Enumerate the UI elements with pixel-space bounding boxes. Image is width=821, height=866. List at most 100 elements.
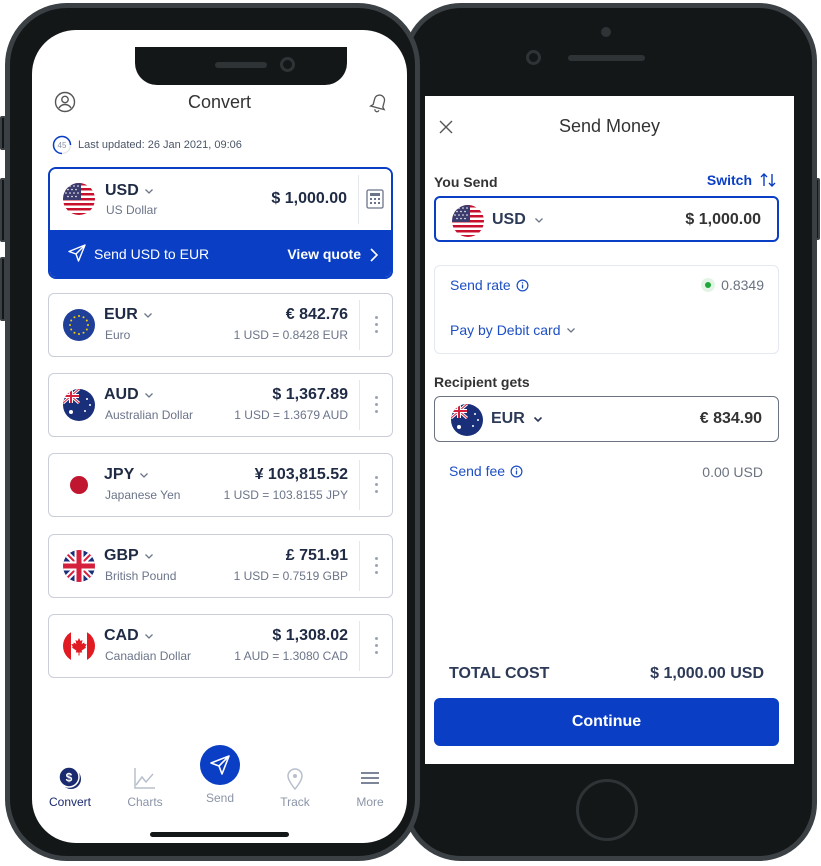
exchange-rate: 1 USD = 1.3679 AUD [234, 408, 348, 422]
us-flag-icon [452, 205, 484, 237]
currency-selector[interactable]: AUD [104, 386, 154, 404]
send-fee-link[interactable]: Send fee [449, 463, 523, 479]
info-icon [510, 465, 523, 478]
send-money-header: Send Money [425, 116, 794, 140]
send-amount-field[interactable]: USD $ 1,000.00 [434, 196, 779, 242]
last-updated-text: Last updated: 26 Jan 2021, 09:06 [78, 139, 242, 151]
rate-details-box: Send rate 0.8349 Pay by Debit card [434, 265, 779, 354]
dollar-coins-icon: $ [58, 766, 81, 789]
exchange-rate: 1 USD = 0.7519 GBP [233, 569, 348, 583]
us-flag-icon [63, 183, 95, 215]
tab-track[interactable]: Track [265, 765, 325, 809]
send-rate-value: 0.8349 [701, 277, 764, 293]
send-currency-code: USD [492, 211, 526, 228]
paper-plane-icon [210, 755, 230, 775]
converted-amount: ¥ 103,815.52 [254, 466, 348, 483]
currency-selector[interactable]: EUR [104, 306, 153, 324]
payment-method-label: Pay by Debit card [450, 322, 561, 338]
bell-icon[interactable] [369, 91, 389, 113]
payment-method-dropdown[interactable]: Pay by Debit card [450, 322, 576, 338]
exchange-rate: 1 AUD = 1.3080 CAD [234, 649, 348, 663]
converted-amount: $ 1,367.89 [272, 386, 348, 403]
converted-amount: £ 751.91 [285, 547, 348, 564]
currency-card-eur[interactable]: EUR Euro € 842.76 1 USD = 0.8428 EUR [48, 293, 393, 357]
calculator-icon[interactable] [366, 189, 384, 209]
send-fab-button[interactable] [200, 745, 240, 785]
chevron-down-icon [144, 631, 154, 641]
recipient-currency-selector[interactable]: EUR [491, 410, 543, 428]
send-amount-value[interactable]: $ 1,000.00 [685, 211, 761, 229]
chevron-right-icon [370, 248, 379, 262]
divider [359, 460, 360, 510]
currency-name: British Pound [105, 569, 177, 583]
send-quote-bar[interactable]: Send USD to EUR View quote [50, 230, 391, 277]
more-options-icon[interactable] [375, 637, 379, 657]
divider [358, 175, 359, 224]
left-phone-frame: Convert 45 Last updated: 26 Jan 2021, 09… [5, 3, 420, 861]
front-camera [526, 50, 541, 65]
chevron-down-icon [139, 470, 149, 480]
currency-selector[interactable]: GBP [104, 547, 154, 565]
tab-label: Send [205, 791, 235, 805]
divider [359, 380, 360, 430]
recipient-amount-value[interactable]: € 834.90 [700, 410, 762, 428]
australia-flag-icon [451, 404, 483, 436]
bottom-tab-bar: $ Convert Charts Send Track More [32, 745, 407, 815]
refresh-countdown-ring: 45 [52, 135, 72, 155]
more-options-icon[interactable] [375, 476, 379, 496]
currency-code: EUR [104, 306, 138, 323]
exchange-rate: 1 USD = 103.8155 JPY [223, 488, 348, 502]
tab-send[interactable]: Send [190, 745, 250, 805]
send-currency-selector[interactable]: USD [492, 211, 544, 229]
chevron-down-icon [143, 310, 153, 320]
currency-card-jpy[interactable]: JPY Japanese Yen ¥ 103,815.52 1 USD = 103.8… [48, 453, 393, 517]
currency-code: AUD [104, 386, 139, 403]
currency-card-cad[interactable]: CAD Canadian Dollar $ 1,308.02 1 AUD = 1.30… [48, 614, 393, 678]
chevron-down-icon [534, 215, 544, 225]
send-pair-label: Send USD to EUR [94, 246, 210, 262]
front-camera [280, 57, 295, 72]
australia-flag-icon [63, 389, 95, 421]
currency-selector[interactable]: JPY [104, 466, 149, 484]
base-amount-value[interactable]: $ 1,000.00 [271, 190, 347, 208]
last-updated-row: 45 Last updated: 26 Jan 2021, 09:06 [52, 135, 242, 155]
recipient-amount-field[interactable]: EUR € 834.90 [434, 396, 779, 442]
switch-button[interactable]: Switch [707, 172, 776, 188]
you-send-label: You Send [434, 174, 498, 190]
base-currency-card: USD US Dollar $ 1,000.00 Send USD to EUR… [48, 167, 393, 279]
canada-flag-icon [63, 630, 95, 662]
send-rate-link[interactable]: Send rate [450, 277, 529, 293]
tab-label: More [356, 795, 384, 809]
tab-convert[interactable]: $ Convert [40, 765, 100, 809]
chevron-down-icon [144, 390, 154, 400]
continue-button[interactable]: Continue [434, 698, 779, 746]
more-options-icon[interactable] [375, 396, 379, 416]
base-currency-selector[interactable]: USD [105, 182, 154, 200]
divider [359, 541, 360, 591]
tab-charts[interactable]: Charts [115, 765, 175, 809]
more-options-icon[interactable] [375, 316, 379, 336]
currency-selector[interactable]: CAD [104, 627, 154, 645]
info-icon [516, 279, 529, 292]
tab-label: Convert [48, 795, 92, 809]
currency-card-aud[interactable]: AUD Australian Dollar $ 1,367.89 1 USD = 1.… [48, 373, 393, 437]
currency-name: Canadian Dollar [105, 649, 192, 663]
tab-more[interactable]: More [340, 765, 400, 809]
send-rate-label: Send rate [450, 277, 511, 293]
currency-card-gbp[interactable]: GBP British Pound £ 751.91 1 USD = 0.7519 G… [48, 534, 393, 598]
location-pin-icon [287, 768, 303, 791]
send-money-screen: Send Money You Send Switch USD $ 1,000.0… [425, 96, 794, 764]
recipient-currency-code: EUR [491, 410, 525, 427]
recipient-gets-label: Recipient gets [434, 374, 530, 390]
top-bar: Convert [32, 86, 407, 122]
send-fee-value: 0.00 USD [702, 464, 763, 480]
tab-label: Track [280, 795, 310, 809]
page-title: Send Money [558, 116, 661, 136]
eu-flag-icon [63, 309, 95, 341]
view-quote-link[interactable]: View quote [287, 246, 361, 262]
more-options-icon[interactable] [375, 557, 379, 577]
chevron-down-icon [533, 416, 542, 423]
home-indicator[interactable] [150, 832, 289, 837]
home-button[interactable] [576, 779, 638, 841]
divider [359, 621, 360, 671]
